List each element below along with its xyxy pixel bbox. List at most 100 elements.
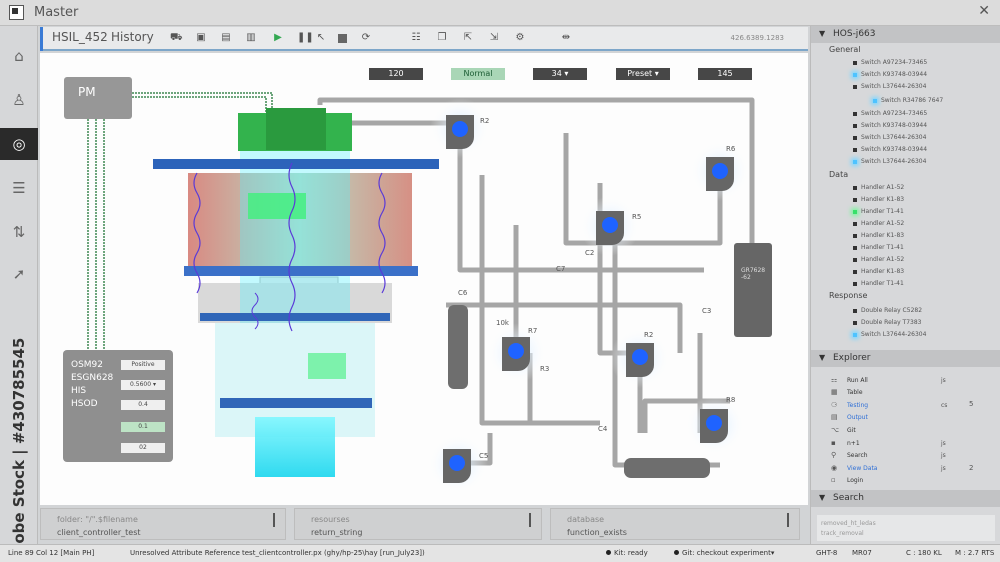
settings-doc-icon[interactable]: ⚙ bbox=[514, 32, 526, 44]
app-icon[interactable] bbox=[9, 5, 24, 20]
tree-item[interactable]: Switch K93748-03944 bbox=[853, 122, 927, 129]
resistor-bottom bbox=[624, 458, 710, 478]
explorer-item-output[interactable]: Output bbox=[847, 414, 868, 421]
chip-component bbox=[734, 243, 772, 337]
tree-item[interactable]: Switch L37644-26304 bbox=[853, 331, 926, 338]
tree-item[interactable]: Handler A1-52 bbox=[853, 256, 904, 263]
table-icon: ▦ bbox=[831, 388, 838, 396]
control-dropdown-preset[interactable]: Preset ▾ bbox=[616, 68, 670, 80]
explorer-item-n1[interactable]: n+1 bbox=[847, 440, 860, 447]
editor-panel-1[interactable]: folder: "/".$filename client_controller_… bbox=[40, 508, 286, 540]
export-icon[interactable]: ⇱ bbox=[462, 32, 474, 44]
tree-item[interactable]: Switch R34786 7647 bbox=[873, 97, 943, 104]
explorer-item-login[interactable]: Login bbox=[847, 477, 863, 484]
tree-item[interactable]: Switch L37644-26304 bbox=[853, 134, 926, 141]
film-icon[interactable]: ▥ bbox=[245, 32, 257, 44]
control-mode-normal[interactable]: Normal bbox=[451, 68, 505, 80]
pm-module[interactable]: PM bbox=[64, 77, 132, 119]
explorer-item-testing[interactable]: Testing bbox=[847, 402, 868, 409]
explorer-item-search[interactable]: Search bbox=[847, 452, 868, 459]
tree-item-label: Switch A97234-73465 bbox=[861, 59, 928, 66]
import-icon[interactable]: ⇲ bbox=[488, 32, 500, 44]
dropdown-preset-value: Preset bbox=[627, 69, 653, 78]
panel-header-hos[interactable]: ▼ HOS-j663 bbox=[811, 26, 1000, 43]
status-file[interactable]: test_clientcontroller.px (ghy/hp-25\hay … bbox=[242, 549, 425, 557]
search-box[interactable]: removed_ht_ledas track_removal bbox=[817, 515, 995, 541]
editor-cursor bbox=[529, 513, 531, 527]
project-name[interactable]: HSIL_452 bbox=[52, 30, 108, 44]
main-canvas[interactable]: 120 Normal 34 ▾ Preset ▾ 145 PM R2 R6 R5… bbox=[40, 53, 808, 505]
editor-cursor bbox=[787, 513, 789, 527]
info-field-02[interactable]: 02 bbox=[121, 443, 165, 453]
truck-icon[interactable]: ⛟ bbox=[170, 32, 183, 44]
bullet-icon bbox=[853, 281, 857, 286]
pointer-icon[interactable]: ↖ bbox=[315, 32, 327, 44]
info-field-0-4[interactable]: 0.4 bbox=[121, 400, 165, 410]
explorer-item-run-all[interactable]: Run All bbox=[847, 377, 868, 384]
tree-item[interactable]: Switch L37644-26304 bbox=[853, 158, 926, 165]
status-c: C : 180 KL bbox=[906, 549, 942, 557]
transfer-icon[interactable]: ⇅ bbox=[0, 216, 38, 248]
tree-item-label: Handler A1-52 bbox=[861, 184, 905, 191]
explorer-item-view-data[interactable]: View Data bbox=[847, 465, 877, 472]
status-kit[interactable]: Kit: ready bbox=[606, 549, 648, 557]
stop-icon[interactable] bbox=[338, 34, 347, 43]
explorer-item-table[interactable]: Table bbox=[847, 389, 863, 396]
bullet-icon bbox=[853, 159, 857, 164]
search-input[interactable]: removed_ht_ledas bbox=[821, 520, 876, 527]
git-icon: ⌥ bbox=[831, 426, 840, 434]
nodes-icon[interactable]: ▣ bbox=[195, 32, 207, 44]
bullet-icon bbox=[853, 209, 857, 214]
tree-item[interactable]: Switch A97234-73465 bbox=[853, 110, 927, 117]
tree-item[interactable]: Handler K1-83 bbox=[853, 232, 904, 239]
editor-path: folder: "/".$filename bbox=[57, 515, 138, 524]
tree-item[interactable]: Handler T1-41 bbox=[853, 208, 904, 215]
tree-item-label: Handler T1-41 bbox=[861, 244, 904, 251]
tree-item[interactable]: Switch A97234-73465 bbox=[853, 59, 927, 66]
list-icon[interactable]: ☰ bbox=[0, 172, 38, 204]
collapse-icon[interactable]: ⇹ bbox=[560, 32, 572, 44]
info-field-dropdown[interactable]: 0.5600 ▾ bbox=[121, 380, 165, 390]
sync-icon[interactable]: ⟳ bbox=[360, 32, 372, 44]
tree-item[interactable]: Handler A1-52 bbox=[853, 184, 904, 191]
panel-title: HOS-j663 bbox=[833, 29, 876, 39]
history-tab[interactable]: History bbox=[111, 30, 154, 44]
home-icon[interactable]: ⌂ bbox=[0, 40, 38, 72]
status-git[interactable]: Git: checkout experiment▾ bbox=[674, 549, 774, 557]
editor-panel-2[interactable]: resourses return_string bbox=[294, 508, 542, 540]
ext-label: js bbox=[941, 440, 946, 447]
panel-header-explorer[interactable]: ▼ Explorer bbox=[811, 350, 1000, 367]
explorer-item-git[interactable]: Git bbox=[847, 427, 856, 434]
copy-icon[interactable]: ❐ bbox=[436, 32, 448, 44]
tree-item[interactable]: Double Relay C5282 bbox=[853, 307, 922, 314]
play-icon[interactable]: ▶ bbox=[272, 32, 284, 44]
tree-item[interactable]: Switch L37644-26304 bbox=[853, 83, 926, 90]
tree-item[interactable]: Handler A1-52 bbox=[853, 220, 904, 227]
info-field-positive[interactable]: Positive bbox=[121, 360, 165, 370]
tree-item[interactable]: Handler K1-83 bbox=[853, 196, 904, 203]
tree-item[interactable]: Double Relay T7383 bbox=[853, 319, 922, 326]
control-value-145[interactable]: 145 bbox=[698, 68, 752, 80]
cursor-icon[interactable]: ➚ bbox=[0, 258, 38, 290]
save-icon[interactable]: ▤ bbox=[220, 32, 232, 44]
editor-panel-3[interactable]: database function_exists bbox=[550, 508, 800, 540]
tree-item-label: Switch A97234-73465 bbox=[861, 110, 928, 117]
tree-item[interactable]: Handler T1-41 bbox=[853, 244, 904, 251]
tree-item[interactable]: Handler K1-83 bbox=[853, 268, 904, 275]
panel-header-search[interactable]: ▼ Search bbox=[811, 490, 1000, 507]
info-field-0-1[interactable]: 0.1 bbox=[121, 422, 165, 432]
explorer-count: 5 bbox=[969, 400, 974, 408]
editor-name: client_controller_test bbox=[57, 528, 141, 537]
label-r7: R7 bbox=[528, 327, 538, 335]
close-icon[interactable]: ✕ bbox=[978, 3, 990, 19]
tree-item[interactable]: Switch K93748-03944 bbox=[853, 146, 927, 153]
tree-item[interactable]: Switch K93748-03944 bbox=[853, 71, 927, 78]
users-icon[interactable]: ♙ bbox=[0, 84, 38, 116]
explorer-title: Explorer bbox=[833, 353, 871, 363]
control-value-120[interactable]: 120 bbox=[369, 68, 423, 80]
target-icon[interactable]: ◎ bbox=[0, 128, 38, 160]
layers-icon[interactable]: ☷ bbox=[410, 32, 422, 44]
tree-item[interactable]: Handler T1-41 bbox=[853, 280, 904, 287]
control-dropdown-34[interactable]: 34 ▾ bbox=[533, 68, 587, 80]
pause-icon[interactable]: ❚❚ bbox=[297, 32, 314, 44]
